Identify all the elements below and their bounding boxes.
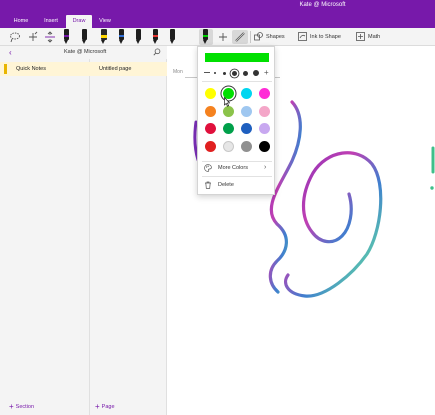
pen-4-icon[interactable] <box>134 29 143 45</box>
tab-draw[interactable]: Draw <box>66 15 92 28</box>
pen-1-band <box>64 35 69 37</box>
highlighter-icon[interactable] <box>99 29 108 45</box>
color-swatch-orange[interactable] <box>205 105 216 117</box>
tab-view[interactable]: View <box>92 15 118 28</box>
ruler-button[interactable] <box>232 30 248 44</box>
notebook-name[interactable]: Kate @ Microsoft <box>64 49 106 55</box>
color-swatch-cyan[interactable] <box>241 88 252 99</box>
trash-icon <box>205 181 211 189</box>
ink-stroke-spiral <box>284 151 383 298</box>
shapes-button[interactable]: Shapes <box>254 30 285 44</box>
page-label: Untitled page <box>99 66 132 72</box>
ribbon-tabs: Home Insert Draw View <box>0 15 435 28</box>
page-untitled[interactable]: Untitled page <box>90 62 167 76</box>
pen-3-icon[interactable] <box>117 29 126 45</box>
eraser-icon[interactable] <box>44 31 56 43</box>
search-icon[interactable] <box>153 48 161 56</box>
color-swatch-light-blue[interactable] <box>241 105 252 117</box>
add-page-button[interactable]: + Page <box>95 402 115 411</box>
thickness-option-1[interactable] <box>214 72 216 74</box>
section-label: Quick Notes <box>16 66 46 72</box>
add-section-label: Section <box>15 404 35 410</box>
section-color-tab <box>4 64 7 74</box>
popup-divider <box>202 176 272 177</box>
math-button[interactable]: Math <box>356 30 380 44</box>
shapes-label: Shapes <box>266 34 285 40</box>
chevron-left-icon[interactable]: ‹ <box>9 48 12 57</box>
ribbon-divider <box>250 31 251 43</box>
plus-icon: + <box>95 402 100 411</box>
delete-button[interactable]: Delete <box>202 179 272 191</box>
delete-label: Delete <box>218 182 234 188</box>
palette-icon <box>204 164 212 172</box>
color-swatch-yellow[interactable] <box>205 88 216 99</box>
color-swatch-dark-green[interactable] <box>223 123 234 134</box>
color-swatch-black[interactable] <box>259 140 270 152</box>
thickness-option-5[interactable] <box>253 70 259 76</box>
title-bar: Kate @ Microsoft <box>0 0 435 15</box>
thickness-row: + <box>202 68 272 78</box>
color-swatch-pink[interactable] <box>259 105 270 117</box>
color-swatch-light-green[interactable] <box>223 105 234 117</box>
more-colors-button[interactable]: More Colors › <box>202 162 272 174</box>
color-swatch-lavender[interactable] <box>259 123 270 134</box>
notebook-header: ‹ Kate @ Microsoft <box>0 46 167 59</box>
plus-icon[interactable]: + <box>264 68 269 77</box>
ink-dot <box>430 186 434 190</box>
ink-to-shape-button[interactable]: Ink to Shape <box>298 30 341 44</box>
color-swatch-light-gray[interactable] <box>223 140 234 152</box>
color-swatch-bright-red[interactable] <box>205 140 216 152</box>
lasso-select-icon[interactable] <box>9 31 21 43</box>
pen-6-icon[interactable] <box>168 29 177 45</box>
add-space-icon[interactable] <box>27 31 39 43</box>
pen-5-icon[interactable] <box>151 29 160 45</box>
tab-home[interactable]: Home <box>8 15 34 28</box>
pen-1-icon[interactable] <box>62 29 71 45</box>
ruler-icon <box>235 32 245 42</box>
pen-selected-icon[interactable] <box>199 29 213 45</box>
sections-pane <box>0 46 90 415</box>
color-swatch-red[interactable] <box>205 123 216 134</box>
thickness-option-4[interactable] <box>243 70 248 76</box>
add-section-button[interactable]: + Section <box>9 402 34 411</box>
draw-ribbon: Shapes Ink to Shape Math <box>0 28 435 46</box>
color-swatch-magenta[interactable] <box>259 88 270 99</box>
color-swatch-blue[interactable] <box>241 123 252 134</box>
popup-divider <box>202 81 272 82</box>
math-icon <box>356 32 365 41</box>
window-title: Kate @ Microsoft <box>299 2 346 8</box>
pages-pane <box>90 46 167 415</box>
shapes-icon <box>254 32 263 41</box>
ink-to-shape-icon <box>298 32 307 41</box>
color-swatch-gray[interactable] <box>241 140 252 152</box>
section-quick-notes[interactable]: Quick Notes <box>0 62 90 76</box>
minus-icon[interactable] <box>204 72 210 73</box>
thickness-option-3[interactable] <box>232 70 237 76</box>
add-page-label: Page <box>101 404 115 410</box>
color-preview-bar <box>205 53 269 62</box>
plus-icon: + <box>9 402 14 411</box>
plus-icon[interactable] <box>217 31 229 43</box>
thickness-option-2[interactable] <box>223 71 226 75</box>
more-colors-label: More Colors <box>218 165 248 171</box>
tab-insert[interactable]: Insert <box>38 15 64 28</box>
pen-options-popup: + More Colors › Delete <box>197 46 275 195</box>
mouse-pointer-icon <box>224 97 230 107</box>
chevron-right-icon: › <box>264 164 267 171</box>
pen-2-icon[interactable] <box>80 29 89 45</box>
ink-to-shape-label: Ink to Shape <box>310 34 341 40</box>
math-label: Math <box>368 34 381 40</box>
